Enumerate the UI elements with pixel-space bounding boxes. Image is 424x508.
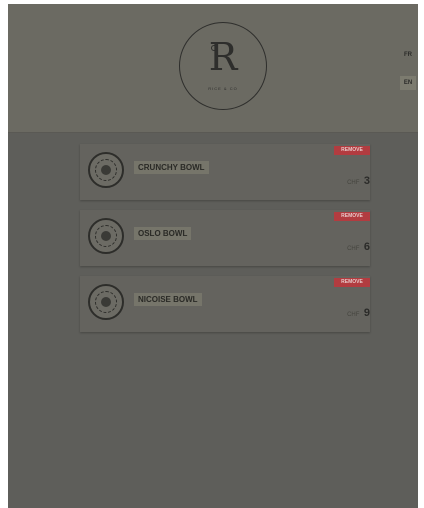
menu-item-card[interactable]: CRUNCHY BOWL REMOVE CHF 3 (80, 144, 370, 200)
remove-badge-button[interactable]: REMOVE (334, 278, 370, 287)
price-currency: CHF (347, 312, 360, 318)
language-en-button[interactable]: EN (400, 76, 416, 90)
price-amount: 9 (363, 307, 370, 319)
header: R RICE & CO FR EN (8, 4, 418, 133)
price-amount: 3 (363, 175, 370, 187)
price-amount: 6 (363, 241, 370, 253)
remove-badge-button[interactable]: REMOVE (334, 212, 370, 221)
menu-item-card[interactable]: OSLO BOWL REMOVE CHF 6 (80, 210, 370, 266)
menu-item-price: CHF 6 (347, 237, 370, 255)
language-fr-button[interactable]: FR (400, 48, 416, 62)
menu-item-price: CHF 9 (347, 303, 370, 321)
menu-item-name: NICOISE BOWL (134, 293, 202, 306)
bowl-thumbnail-icon (88, 152, 124, 188)
remove-badge-button[interactable]: REMOVE (334, 146, 370, 155)
menu-item-name: CRUNCHY BOWL (134, 161, 209, 174)
menu-item-price: CHF 3 (347, 171, 370, 189)
logo-mark: R (208, 35, 238, 79)
app-screen: R RICE & CO FR EN CRUNCHY BOWL REMOVE CH… (8, 4, 418, 508)
bowl-thumbnail-icon (88, 284, 124, 320)
price-currency: CHF (347, 180, 360, 186)
menu-item-name: OSLO BOWL (134, 227, 192, 240)
logo: R RICE & CO (179, 22, 267, 110)
bowl-thumbnail-icon (88, 218, 124, 254)
price-currency: CHF (347, 246, 360, 252)
logo-tagline: RICE & CO (208, 86, 238, 91)
menu-item-card[interactable]: NICOISE BOWL REMOVE CHF 9 (80, 276, 370, 332)
